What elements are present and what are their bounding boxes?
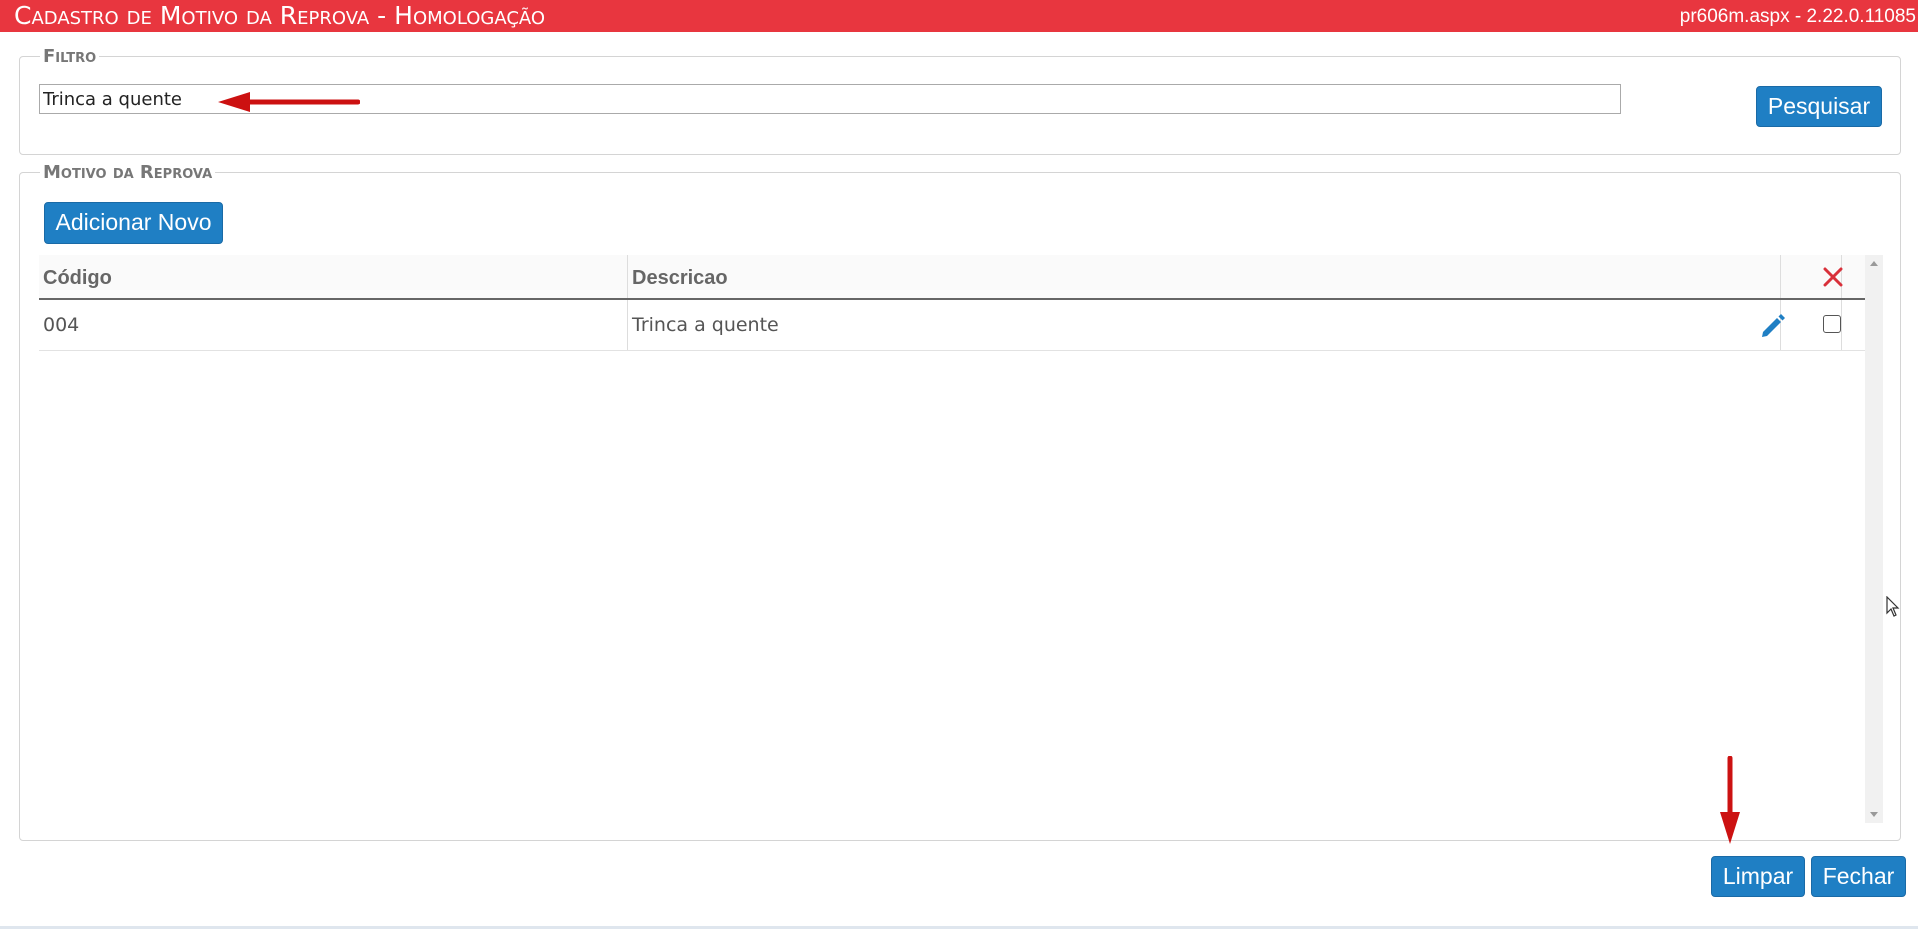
scroll-up-icon[interactable] [1870, 261, 1878, 266]
motivo-grid: Código Descricao 004 Trinca a quente [39, 255, 1865, 823]
add-new-button[interactable]: Adicionar Novo [44, 202, 223, 244]
row-select-checkbox[interactable] [1823, 315, 1841, 333]
column-header-descricao[interactable]: Descricao [628, 255, 1781, 298]
edit-pencil-icon[interactable] [1759, 312, 1787, 340]
table-row[interactable]: 004 Trinca a quente [39, 300, 1865, 351]
column-header-codigo[interactable]: Código [39, 255, 628, 298]
title-bar: Cadastro de Motivo da Reprova - Homologa… [0, 0, 1918, 32]
clear-button[interactable]: Limpar [1711, 856, 1805, 897]
version-label: pr606m.aspx - 2.22.0.11085 [1679, 6, 1916, 27]
cell-descricao: Trinca a quente [628, 300, 1781, 350]
page-title: Cadastro de Motivo da Reprova - Homologa… [14, 1, 546, 30]
scroll-down-icon[interactable] [1870, 812, 1878, 817]
grid-header: Código Descricao [39, 255, 1865, 300]
filter-legend: Filtro [43, 46, 97, 67]
column-header-delete [1842, 255, 1865, 298]
motivo-legend: Motivo da Reprova [43, 162, 213, 183]
annotation-arrow-left-icon [218, 92, 360, 112]
annotation-arrow-down-icon [1720, 756, 1740, 844]
grid-scrollbar[interactable] [1865, 255, 1883, 823]
close-button[interactable]: Fechar [1811, 856, 1906, 897]
search-button[interactable]: Pesquisar [1756, 86, 1882, 127]
mouse-cursor-icon [1886, 596, 1900, 617]
delete-selected-icon[interactable] [1823, 267, 1843, 287]
cell-codigo: 004 [39, 300, 628, 350]
